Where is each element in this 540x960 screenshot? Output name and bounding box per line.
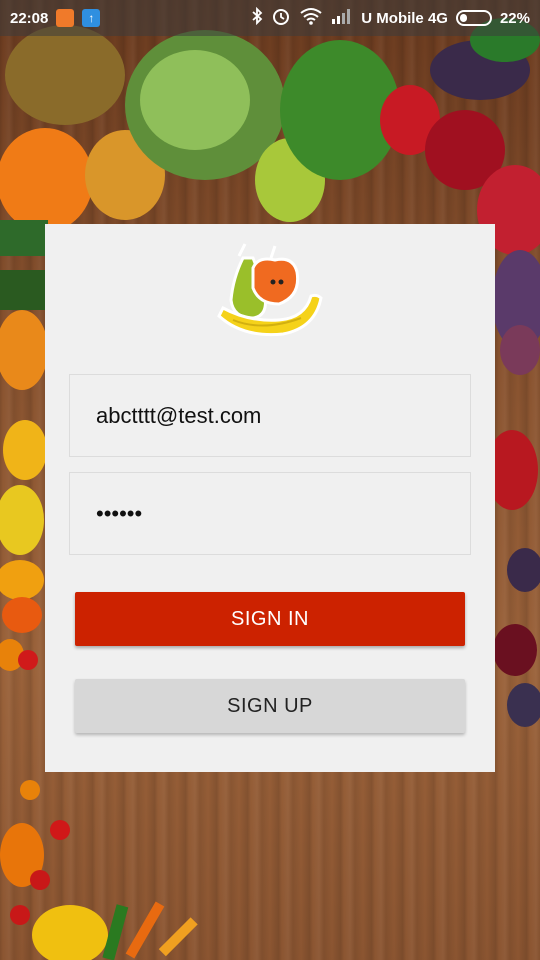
password-input[interactable] <box>96 500 470 527</box>
battery-percentage: 22% <box>499 9 530 27</box>
upload-notification-icon: ↑ <box>82 9 101 27</box>
wifi-icon <box>299 7 323 29</box>
carrier-label: U Mobile 4G <box>361 9 448 27</box>
sign-up-button[interactable]: SIGN UP <box>75 679 465 733</box>
signal-icon <box>331 8 353 28</box>
app-logo-icon <box>213 238 325 346</box>
notification-app-icon <box>56 9 75 27</box>
bluetooth-icon <box>251 6 263 29</box>
sign-in-button[interactable]: SIGN IN <box>75 592 465 646</box>
password-field[interactable] <box>69 472 471 555</box>
status-time: 22:08 <box>10 9 49 27</box>
email-input[interactable] <box>96 402 470 429</box>
email-field[interactable] <box>69 374 471 457</box>
status-bar: 22:08 ↑ U Mobile 4G 22% <box>0 0 540 36</box>
battery-icon <box>455 10 492 26</box>
alarm-icon <box>271 6 291 30</box>
login-card: SIGN IN SIGN UP <box>45 224 495 772</box>
